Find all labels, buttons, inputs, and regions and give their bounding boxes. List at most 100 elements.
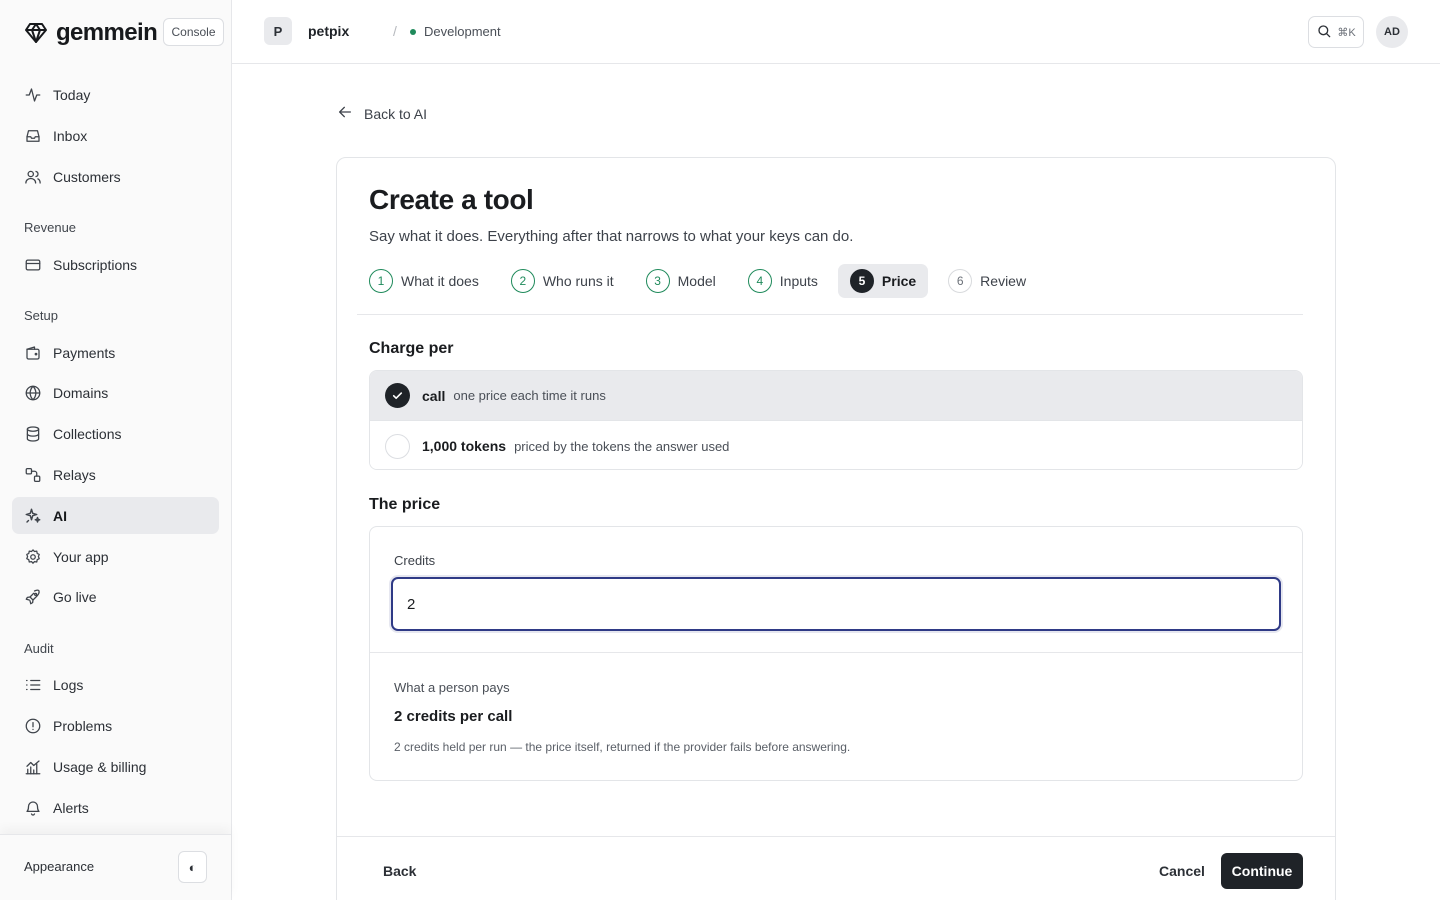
rocket-icon bbox=[24, 588, 42, 606]
step-what-it-does[interactable]: 1 What it does bbox=[369, 264, 479, 298]
back-button[interactable]: Back bbox=[369, 853, 430, 889]
pays-label: What a person pays bbox=[394, 680, 510, 695]
list-icon bbox=[24, 676, 42, 694]
sidebar-item-label: Problems bbox=[53, 717, 113, 734]
step-number: 1 bbox=[369, 269, 393, 293]
price-panel: Credits What a person pays 2 credits per… bbox=[369, 526, 1303, 781]
sidebar-item-label: Today bbox=[53, 86, 91, 103]
wallet-icon bbox=[24, 344, 42, 362]
charge-per-options: call one price each time it runs 1,000 t… bbox=[369, 370, 1303, 470]
search-button[interactable]: ⌘K bbox=[1308, 16, 1364, 48]
step-inputs[interactable]: 4 Inputs bbox=[747, 264, 818, 298]
sidebar-section-revenue: Revenue bbox=[24, 220, 77, 235]
sidebar-item-inbox[interactable]: Inbox bbox=[12, 117, 219, 154]
step-label: Model bbox=[677, 273, 716, 289]
sidebar-item-label: Domains bbox=[53, 384, 109, 401]
sidebar-item-label: Logs bbox=[53, 676, 84, 693]
stepper: 1 What it does 2 Who runs it 3 Model 4 I… bbox=[369, 264, 1058, 298]
sidebar-item-subscriptions[interactable]: Subscriptions bbox=[12, 246, 219, 283]
sidebar-item-label: Payments bbox=[53, 344, 116, 361]
step-number: 5 bbox=[849, 269, 874, 293]
step-review[interactable]: 6 Review bbox=[948, 264, 1026, 298]
users-icon bbox=[24, 168, 42, 186]
back-link-label: Back to AI bbox=[364, 105, 428, 122]
continue-button[interactable]: Continue bbox=[1221, 853, 1303, 889]
step-number: 4 bbox=[747, 269, 772, 293]
database-icon bbox=[24, 425, 42, 443]
avatar[interactable]: AD bbox=[1376, 16, 1408, 48]
environment-switcher[interactable]: Development bbox=[410, 24, 501, 39]
sidebar-item-logs[interactable]: Logs bbox=[12, 666, 219, 703]
create-tool-card: Create a tool Say what it does. Everythi… bbox=[336, 157, 1336, 900]
brand-name: gemmein bbox=[56, 19, 158, 46]
breadcrumb-separator: / bbox=[393, 23, 397, 39]
sidebar: gemmein Console Today Inbox Customers Re… bbox=[0, 0, 232, 900]
relay-icon bbox=[24, 466, 42, 484]
sidebar-item-today[interactable]: Today bbox=[12, 76, 219, 113]
option-name: call bbox=[422, 387, 446, 404]
step-who-runs-it[interactable]: 2 Who runs it bbox=[510, 264, 614, 298]
step-number: 2 bbox=[510, 269, 535, 293]
divider bbox=[357, 314, 1303, 315]
back-to-ai-link[interactable]: Back to AI bbox=[337, 104, 427, 123]
sparkles-icon bbox=[24, 507, 42, 525]
contrast-icon: ◐ bbox=[188, 859, 197, 875]
sidebar-item-alerts[interactable]: Alerts bbox=[12, 789, 219, 826]
sidebar-item-relays[interactable]: Relays bbox=[12, 456, 219, 493]
alert-circle-icon bbox=[24, 717, 42, 735]
sidebar-item-problems[interactable]: Problems bbox=[12, 707, 219, 744]
option-per-call[interactable]: call one price each time it runs bbox=[370, 371, 1302, 421]
step-price[interactable]: 5 Price bbox=[837, 264, 929, 298]
credits-input[interactable] bbox=[391, 577, 1281, 631]
step-label: Inputs bbox=[779, 273, 818, 289]
step-label: What it does bbox=[401, 273, 479, 289]
project-avatar[interactable]: P bbox=[264, 17, 292, 45]
activity-icon bbox=[24, 86, 42, 104]
radio-empty-icon bbox=[385, 433, 410, 459]
theme-toggle-button[interactable]: ◐ bbox=[178, 851, 207, 883]
sidebar-item-customers[interactable]: Customers bbox=[12, 158, 219, 195]
sidebar-item-label: Alerts bbox=[53, 799, 89, 816]
sidebar-item-domains[interactable]: Domains bbox=[12, 374, 219, 411]
step-label: Review bbox=[980, 273, 1027, 289]
sidebar-item-label: Usage & billing bbox=[53, 758, 147, 775]
option-description: one price each time it runs bbox=[453, 388, 606, 403]
step-number: 6 bbox=[948, 269, 973, 293]
appearance-label: Appearance bbox=[24, 859, 95, 874]
card-footer: Back Cancel Continue bbox=[337, 836, 1335, 900]
arrow-left-icon bbox=[337, 104, 353, 123]
check-icon bbox=[385, 383, 410, 408]
gem-logo-icon bbox=[24, 21, 48, 45]
pays-value: 2 credits per call bbox=[394, 708, 513, 725]
sidebar-item-label: Relays bbox=[53, 466, 96, 483]
project-name[interactable]: petpix bbox=[308, 23, 349, 39]
sidebar-item-label: Collections bbox=[53, 425, 122, 442]
sidebar-item-label: Inbox bbox=[53, 127, 88, 144]
option-per-1000-tokens[interactable]: 1,000 tokens priced by the tokens the an… bbox=[370, 421, 1302, 469]
cancel-button[interactable]: Cancel bbox=[1145, 853, 1219, 889]
inbox-icon bbox=[24, 127, 42, 145]
sidebar-item-go-live[interactable]: Go live bbox=[12, 578, 219, 615]
step-number: 3 bbox=[645, 269, 670, 293]
bell-icon bbox=[24, 799, 42, 817]
charge-per-heading: Charge per bbox=[369, 340, 454, 357]
sidebar-item-collections[interactable]: Collections bbox=[12, 415, 219, 452]
sidebar-footer: Appearance ◐ bbox=[0, 834, 231, 900]
page-title: Create a tool bbox=[369, 184, 534, 215]
sidebar-item-ai[interactable]: AI bbox=[12, 497, 219, 534]
credit-card-icon bbox=[24, 256, 42, 274]
option-name: 1,000 tokens bbox=[422, 438, 507, 454]
sidebar-item-payments[interactable]: Payments bbox=[12, 334, 219, 371]
step-model[interactable]: 3 Model bbox=[645, 264, 716, 298]
status-dot bbox=[410, 28, 416, 35]
sidebar-item-label: Your app bbox=[53, 548, 109, 565]
globe-icon bbox=[24, 384, 42, 402]
brand[interactable]: gemmein bbox=[24, 18, 158, 48]
sidebar-item-usage-billing[interactable]: Usage & billing bbox=[12, 748, 219, 785]
sidebar-item-your-app[interactable]: Your app bbox=[12, 538, 219, 575]
sidebar-section-setup: Setup bbox=[24, 308, 58, 323]
step-label: Price bbox=[881, 273, 917, 289]
search-icon bbox=[1316, 23, 1332, 42]
sidebar-item-label: Go live bbox=[53, 588, 97, 605]
page-subtitle: Say what it does. Everything after that … bbox=[369, 228, 854, 245]
